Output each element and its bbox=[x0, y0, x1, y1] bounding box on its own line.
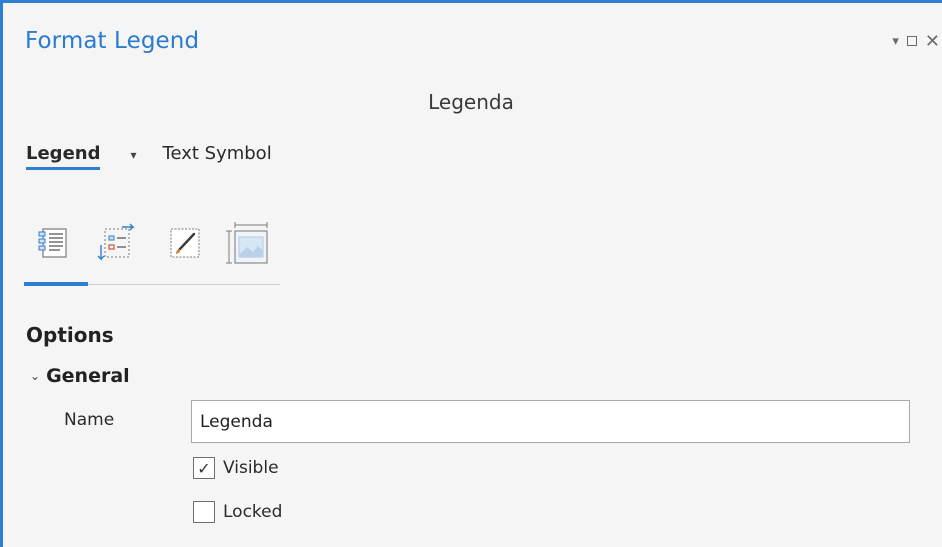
locked-checkbox[interactable] bbox=[193, 501, 215, 523]
pane-left-border bbox=[0, 0, 3, 547]
name-input[interactable] bbox=[191, 400, 910, 443]
pane-menu-arrow-icon[interactable]: ▾ bbox=[892, 34, 899, 49]
general-group-label: General bbox=[46, 365, 130, 387]
pane-window-controls: ▾ ✕ bbox=[892, 28, 942, 54]
placement-icon[interactable] bbox=[224, 220, 270, 266]
maximize-icon[interactable] bbox=[906, 36, 917, 46]
visible-option[interactable]: ✓ Visible bbox=[193, 457, 279, 479]
visible-checkbox[interactable]: ✓ bbox=[193, 457, 215, 479]
close-icon[interactable]: ✕ bbox=[925, 32, 940, 50]
legend-arrangement-icon[interactable] bbox=[94, 220, 140, 266]
tab-legend[interactable]: Legend bbox=[26, 143, 101, 170]
general-group-header[interactable]: ⌄ General bbox=[30, 365, 130, 387]
icon-tab-active-indicator bbox=[24, 282, 88, 286]
locked-label: Locked bbox=[223, 502, 283, 522]
options-section-header: Options bbox=[26, 323, 114, 347]
visible-label: Visible bbox=[223, 458, 279, 478]
symbol-display-icon[interactable] bbox=[162, 220, 208, 266]
checkmark-icon: ✓ bbox=[197, 458, 211, 478]
tab-text-symbol[interactable]: Text Symbol bbox=[163, 143, 272, 170]
locked-option[interactable]: Locked bbox=[193, 501, 282, 523]
pane-title: Format Legend bbox=[25, 28, 200, 54]
legend-options-icon[interactable] bbox=[30, 220, 76, 266]
tab-dropdown-arrow-icon[interactable]: ▾ bbox=[130, 148, 136, 170]
chevron-down-icon[interactable]: ⌄ bbox=[30, 369, 40, 383]
name-label: Name bbox=[64, 410, 115, 430]
pane-top-border bbox=[0, 0, 942, 3]
selected-element-name: Legenda bbox=[428, 90, 514, 114]
format-icon-tabs bbox=[24, 216, 280, 288]
format-tabs: Legend ▾ Text Symbol bbox=[26, 143, 272, 170]
